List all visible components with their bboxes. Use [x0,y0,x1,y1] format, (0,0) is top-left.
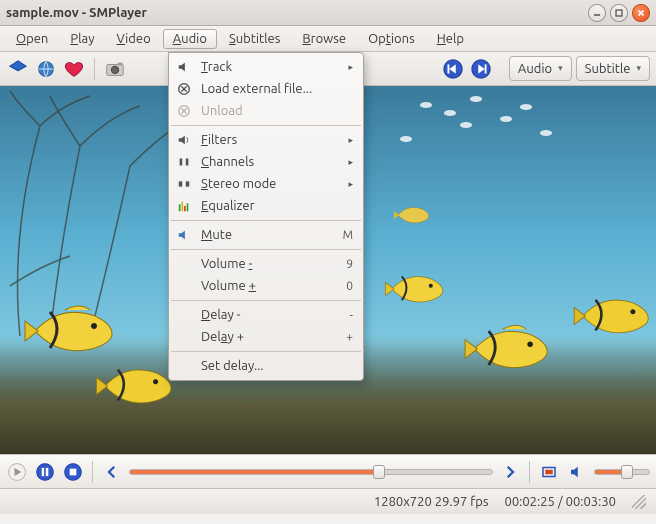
submenu-arrow-icon: ▸ [348,179,353,190]
fish-decoration [444,110,456,116]
status-resolution: 1280x720 29.97 fps [374,495,489,509]
menu-item-set-delay[interactable]: Set delay... [169,355,363,377]
fish-decoration [460,316,555,382]
menu-item-delay-up[interactable]: Delay + + [169,326,363,348]
control-separator [92,461,93,483]
prev-icon[interactable] [441,57,465,81]
fish-decoration [520,104,532,110]
subtitle-track-button[interactable]: Subtitle ▾ [576,56,650,81]
status-time: 00:02:25 / 00:03:30 [504,495,616,509]
titlebar: sample.mov - SMPlayer [0,0,656,26]
submenu-arrow-icon: ▸ [348,62,353,73]
seek-fill [130,470,379,474]
minimize-button[interactable] [588,4,606,22]
volume-thumb[interactable] [621,465,633,479]
menu-item-unload: Unload [169,100,363,122]
unload-icon [175,104,193,118]
menu-audio[interactable]: Audio [163,29,217,49]
menu-item-stereo[interactable]: Stereo mode ▸ [169,173,363,195]
close-button[interactable] [632,4,650,22]
seek-thumb[interactable] [373,465,385,479]
menu-video[interactable]: Video [106,29,160,49]
fish-decoration [400,136,412,142]
playback-controls [0,454,656,488]
audio-track-button[interactable]: Audio ▾ [509,56,572,81]
menubar: Open Play Video Audio Subtitles Browse O… [0,26,656,52]
next-icon[interactable] [469,57,493,81]
toolbar-separator [94,58,95,80]
menu-separator [171,300,361,301]
maximize-button[interactable] [610,4,628,22]
audio-track-label: Audio [518,62,552,76]
menu-item-channels[interactable]: Channels ▸ [169,151,363,173]
resize-grip[interactable] [632,495,646,509]
fish-decoration [470,96,482,102]
menu-item-filters[interactable]: Filters ▸ [169,129,363,151]
fish-decoration [460,122,472,128]
menu-play[interactable]: Play [60,29,104,49]
menu-subtitles[interactable]: Subtitles [219,29,290,49]
volume-slider[interactable] [594,469,650,475]
open-file-icon[interactable] [6,57,30,81]
status-bar: 1280x720 29.97 fps 00:02:25 / 00:03:30 [0,488,656,514]
menu-item-volume-down[interactable]: Volume - 9 [169,253,363,275]
menu-separator [171,249,361,250]
chevron-down-icon: ▾ [636,63,641,74]
menu-help[interactable]: Help [427,29,474,49]
menu-item-track[interactable]: Track ▸ [169,56,363,78]
fish-decoration [90,356,180,416]
window-title: sample.mov - SMPlayer [6,6,588,20]
control-separator [529,461,530,483]
menu-separator [171,125,361,126]
menu-item-equalizer[interactable]: Equalizer [169,195,363,217]
mute-icon [175,228,193,242]
screenshot-icon[interactable] [103,57,127,81]
fullscreen-button[interactable] [538,461,560,483]
speaker-icon [175,60,193,74]
menu-item-load-external[interactable]: Load external file... [169,78,363,100]
stereo-icon [175,177,193,191]
chevron-down-icon: ▾ [558,63,563,74]
seek-fwd-button[interactable] [499,461,521,483]
window-controls [588,4,650,22]
favorites-icon[interactable] [62,57,86,81]
fish-decoration [420,102,432,108]
fish-decoration [390,201,434,229]
menu-separator [171,220,361,221]
seek-back-button[interactable] [101,461,123,483]
open-url-icon[interactable] [34,57,58,81]
volume-icon[interactable] [566,461,588,483]
submenu-arrow-icon: ▸ [348,157,353,168]
subtitle-track-label: Subtitle [585,62,631,76]
filter-icon [175,133,193,147]
seek-slider[interactable] [129,469,493,475]
fish-decoration [500,116,512,122]
stop-button[interactable] [62,461,84,483]
play-button[interactable] [6,461,28,483]
audio-menu-dropdown: Track ▸ Load external file... Unload Fil… [168,52,364,381]
equalizer-icon [175,199,193,213]
circle-cross-icon [175,82,193,96]
menu-options[interactable]: Options [358,29,425,49]
submenu-arrow-icon: ▸ [348,135,353,146]
menu-separator [171,351,361,352]
fish-decoration [570,286,655,346]
menu-browse[interactable]: Browse [292,29,356,49]
fish-decoration [540,130,552,136]
fish-decoration [380,266,450,312]
menu-item-volume-up[interactable]: Volume + 0 [169,275,363,297]
menu-item-delay-down[interactable]: Delay - - [169,304,363,326]
channels-icon [175,155,193,169]
menu-item-mute[interactable]: Mute M [169,224,363,246]
pause-button[interactable] [34,461,56,483]
menu-open[interactable]: Open [6,29,58,49]
